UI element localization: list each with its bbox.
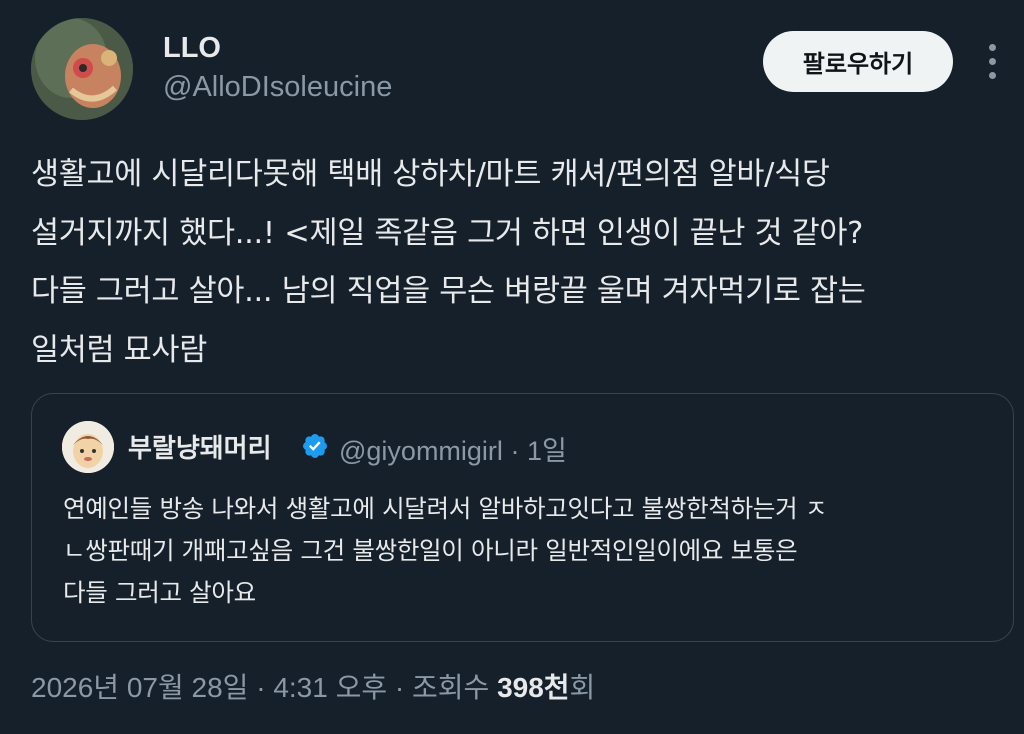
quote-author-handle[interactable]: @giyommigirl [339, 436, 503, 466]
avatar[interactable] [31, 18, 133, 120]
tweet-date[interactable]: 2026년 07월 28일 [31, 672, 248, 703]
tweet-time[interactable]: 4:31 오후 [273, 672, 387, 703]
quote-separator: · [510, 436, 520, 466]
quoted-tweet[interactable]: 부랄냥돼머리 @giyommigirl · 1일 연예인들 방송 나와서 생활고… [31, 393, 1014, 642]
views-suffix: 회 [569, 672, 596, 703]
quote-timestamp[interactable]: 1일 [527, 436, 567, 466]
quote-avatar[interactable] [62, 421, 114, 473]
quote-text: 연예인들 방송 나와서 생활고에 시달려서 알바하고잇다고 불쌍한척하는거 ㅈ … [63, 494, 828, 607]
meta-separator: · [248, 672, 274, 703]
quote-author-name[interactable]: 부랄냥돼머리 [128, 428, 272, 465]
meta-separator: · [387, 672, 412, 703]
views-label: 조회수 [412, 672, 498, 703]
author-name[interactable]: LLO [163, 32, 221, 65]
author-handle[interactable]: @AlloDIsoleucine [163, 71, 392, 104]
verified-icon [303, 434, 327, 458]
more-icon[interactable] [982, 44, 1004, 80]
views-count: 398천 [497, 672, 570, 703]
tweet-meta: 2026년 07월 28일 · 4:31 오후 · 조회수 398천회 [31, 666, 595, 706]
tweet-text: 생활고에 시달리다못해 택배 상하차/마트 캐셔/편의점 알바/식당 설거지까지… [31, 157, 866, 368]
follow-button[interactable]: 팔로우하기 [763, 31, 953, 92]
quote-author-meta[interactable]: @giyommigirl · 1일 [339, 429, 567, 468]
